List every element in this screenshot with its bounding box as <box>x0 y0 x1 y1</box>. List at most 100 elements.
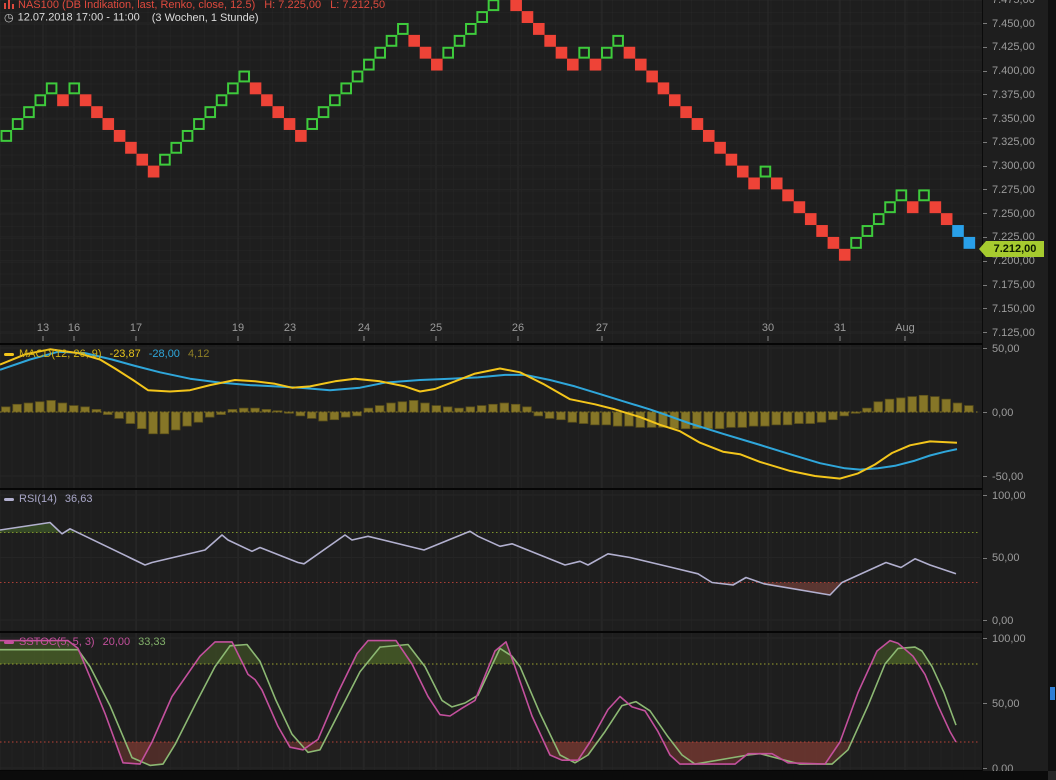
renko-brick-down <box>714 142 726 154</box>
macd-histogram-bar <box>874 402 883 412</box>
macd-histogram-bar <box>591 412 600 425</box>
renko-brick-down <box>748 178 760 190</box>
rsi-line-icon <box>4 498 14 501</box>
renko-brick-up <box>375 48 385 58</box>
macd-histogram-bar <box>205 412 214 417</box>
right-scrollbar[interactable] <box>1048 0 1056 780</box>
y-axis-tick <box>983 495 987 496</box>
macd-histogram-bar <box>375 406 384 412</box>
y-axis-tick <box>983 118 987 119</box>
renko-brick-down <box>692 118 704 130</box>
macd-histogram-bar <box>160 412 169 434</box>
renko-brick-down <box>680 106 692 118</box>
timeframe-legend[interactable]: ◷12.07.2018 17:00 - 11:00(3 Wochen, 1 St… <box>4 11 259 24</box>
macd-histogram-bar <box>126 412 135 424</box>
renko-brick-up <box>613 36 623 46</box>
threshold-shading <box>0 650 88 664</box>
renko-brick-up <box>579 48 589 58</box>
renko-brick-up <box>239 72 249 82</box>
clock-icon: ◷ <box>4 12 14 24</box>
renko-brick-down <box>567 59 579 71</box>
renko-brick-down <box>907 201 919 213</box>
macd-histogram-bar <box>421 403 430 412</box>
rsi-legend[interactable]: RSI(14)36,63 <box>4 493 92 505</box>
renko-brick-down <box>284 118 296 130</box>
macd-histogram-bar <box>194 412 203 422</box>
current-price-marker[interactable]: 7.212,00 <box>986 241 1044 257</box>
macd-histogram-bar <box>171 412 180 430</box>
renko-brick-down <box>250 82 262 94</box>
macd-signal-value: -28,00 <box>149 348 180 360</box>
renko-brick-down <box>590 59 602 71</box>
x-axis-label: 13 <box>37 322 49 334</box>
marker-arrow-icon <box>979 241 986 257</box>
y-axis-tick <box>983 703 987 704</box>
x-axis[interactable]: 1316171923242526273031Aug <box>0 322 982 342</box>
x-axis-label: 24 <box>358 322 370 334</box>
y-axis-tick <box>983 237 987 238</box>
macd-histogram-bar <box>795 412 804 424</box>
macd-histogram-bar <box>81 407 90 412</box>
macd-value: -23,87 <box>110 348 141 360</box>
macd-histogram-bar <box>511 404 520 412</box>
renko-brick-down <box>114 130 126 142</box>
renko-brick-down <box>556 47 568 59</box>
macd-panel[interactable] <box>0 345 982 488</box>
y-axis-tick <box>983 166 987 167</box>
renko-brick-up <box>307 119 317 129</box>
renko-brick-up <box>194 119 204 129</box>
rsi-panel[interactable] <box>0 490 982 631</box>
macd-histogram-bar <box>953 403 962 412</box>
renko-brick-up <box>885 202 895 212</box>
renko-brick-down <box>930 201 942 213</box>
y-axis-label: 7.450,00 <box>992 18 1035 30</box>
renko-brick-down <box>828 237 840 249</box>
renko-brick-down <box>91 106 103 118</box>
macd-histogram-bar <box>330 412 339 420</box>
renko-brick-projected <box>952 225 964 237</box>
renko-brick-up <box>205 107 215 117</box>
sstoc-legend[interactable]: SSTOC(5, 5, 3)20,0033,33 <box>4 636 166 648</box>
macd-histogram-bar <box>137 412 146 429</box>
y-axis-tick <box>983 47 987 48</box>
renko-brick-down <box>703 130 715 142</box>
rsi-label: RSI(14) <box>19 493 57 505</box>
x-axis-label: 17 <box>130 322 142 334</box>
x-axis-label: 26 <box>512 322 524 334</box>
renko-brick-up <box>353 72 363 82</box>
sstoc-panel[interactable] <box>0 633 982 770</box>
bar-chart-icon <box>4 0 14 9</box>
macd-histogram-bar <box>466 407 475 412</box>
macd-histogram-bar <box>602 412 611 425</box>
renko-price-chart[interactable] <box>0 0 982 343</box>
renko-brick-up <box>398 24 408 34</box>
y-axis-label: 50,00 <box>992 343 1020 355</box>
renko-brick-down <box>261 94 273 106</box>
macd-histogram-bar <box>942 399 951 412</box>
macd-histogram-bar <box>13 404 22 412</box>
macd-histogram-bar <box>296 412 305 416</box>
renko-brick-down <box>726 154 738 166</box>
renko-brick-up <box>919 190 929 200</box>
sstoc-value-2: 33,33 <box>138 636 166 648</box>
renko-brick-down <box>80 94 92 106</box>
renko-brick-up <box>466 24 476 34</box>
renko-brick-down <box>295 130 307 142</box>
renko-brick-down <box>635 59 647 71</box>
macd-histogram-bar <box>455 408 464 412</box>
price-axis[interactable]: 7.475,007.450,007.425,007.400,007.375,00… <box>982 0 1049 780</box>
y-axis-tick <box>983 94 987 95</box>
macd-histogram-bar <box>772 412 781 425</box>
macd-histogram-bar <box>353 412 362 416</box>
macd-histogram-bar <box>35 402 44 412</box>
renko-brick-down <box>839 249 851 261</box>
instrument-legend[interactable]: NAS100 (DB Indikation, last, Renko, clos… <box>4 0 385 11</box>
macd-histogram-bar <box>409 400 418 412</box>
y-axis-label: 7.375,00 <box>992 89 1035 101</box>
macd-histogram-bar <box>24 403 33 412</box>
renko-brick-up <box>2 131 12 141</box>
renko-brick-up <box>217 95 227 105</box>
macd-legend[interactable]: MACD(12, 26, 9)-23,87-28,004,12 <box>4 348 209 360</box>
macd-histogram-bar <box>183 412 192 426</box>
macd-histogram-bar <box>919 395 928 412</box>
